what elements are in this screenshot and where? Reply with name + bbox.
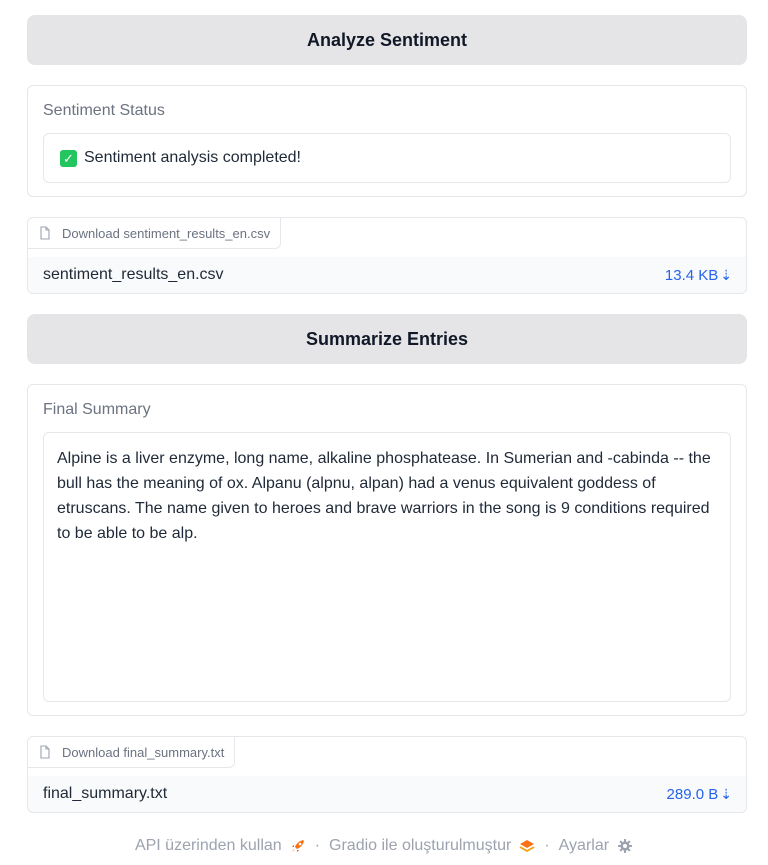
check-mark-icon: ✓ (60, 149, 77, 167)
final-summary-label: Final Summary (43, 401, 151, 418)
rocket-icon (291, 840, 304, 852)
summary-file-size: 289.0 B (666, 785, 719, 803)
final-summary-panel: Final Summary Alpine is a liver enzyme, … (27, 384, 747, 716)
summary-file-row: final_summary.txt 289.0 B ⇣ (28, 776, 746, 812)
download-arrow-icon: ⇣ (720, 785, 732, 802)
sentiment-file-tab: Download sentiment_results_en.csv (28, 218, 282, 249)
summary-file-tab-label: Download final_summary.txt (62, 744, 225, 760)
analyze-sentiment-button[interactable]: Analyze Sentiment (27, 15, 747, 65)
api-link[interactable]: API üzerinden kullan (135, 837, 306, 855)
footer-separator: · (314, 837, 321, 854)
gradio-link-label: Gradio ile oluşturulmuştur (329, 837, 512, 854)
settings-link-label: Ayarlar (558, 837, 610, 854)
gear-icon (618, 839, 633, 853)
file-icon (40, 745, 50, 759)
app-root: Analyze Sentiment Sentiment Status ✓ Sen… (0, 0, 768, 865)
settings-link[interactable]: Ayarlar (559, 837, 633, 855)
sentiment-status-panel: Sentiment Status ✓ Sentiment analysis co… (27, 85, 747, 197)
sentiment-file-download-link[interactable]: 13.4 KB ⇣ (665, 267, 732, 284)
summary-file-panel: Download final_summary.txt final_summary… (27, 736, 747, 813)
footer-separator: · (544, 837, 550, 854)
sentiment-file-row: sentiment_results_en.csv 13.4 KB ⇣ (28, 257, 746, 293)
sentiment-file-tab-label: Download sentiment_results_en.csv (62, 225, 271, 241)
footer: API üzerinden kullan · Gradio ile oluştu… (0, 834, 768, 858)
download-arrow-icon: ⇣ (720, 266, 732, 283)
summary-file-download-link[interactable]: 289.0 B ⇣ (667, 786, 732, 803)
sentiment-file-name: sentiment_results_en.csv (43, 266, 224, 283)
sentiment-file-panel: Download sentiment_results_en.csv sentim… (27, 217, 747, 294)
gradio-logo-icon (519, 840, 535, 853)
summary-file-tab: Download final_summary.txt (28, 737, 236, 768)
sentiment-status-label: Sentiment Status (43, 102, 165, 119)
file-icon (40, 226, 50, 240)
sentiment-file-size: 13.4 KB (664, 266, 719, 284)
gradio-link[interactable]: Gradio ile oluşturulmuştur (329, 837, 535, 855)
api-link-label: API üzerinden kullan (134, 837, 282, 854)
sentiment-status-text: Sentiment analysis completed! (84, 149, 301, 166)
final-summary-textarea[interactable]: Alpine is a liver enzyme, long name, alk… (43, 432, 731, 702)
sentiment-status-box: ✓ Sentiment analysis completed! (43, 133, 731, 183)
summary-file-name: final_summary.txt (43, 785, 168, 802)
summarize-entries-button[interactable]: Summarize Entries (27, 314, 747, 364)
